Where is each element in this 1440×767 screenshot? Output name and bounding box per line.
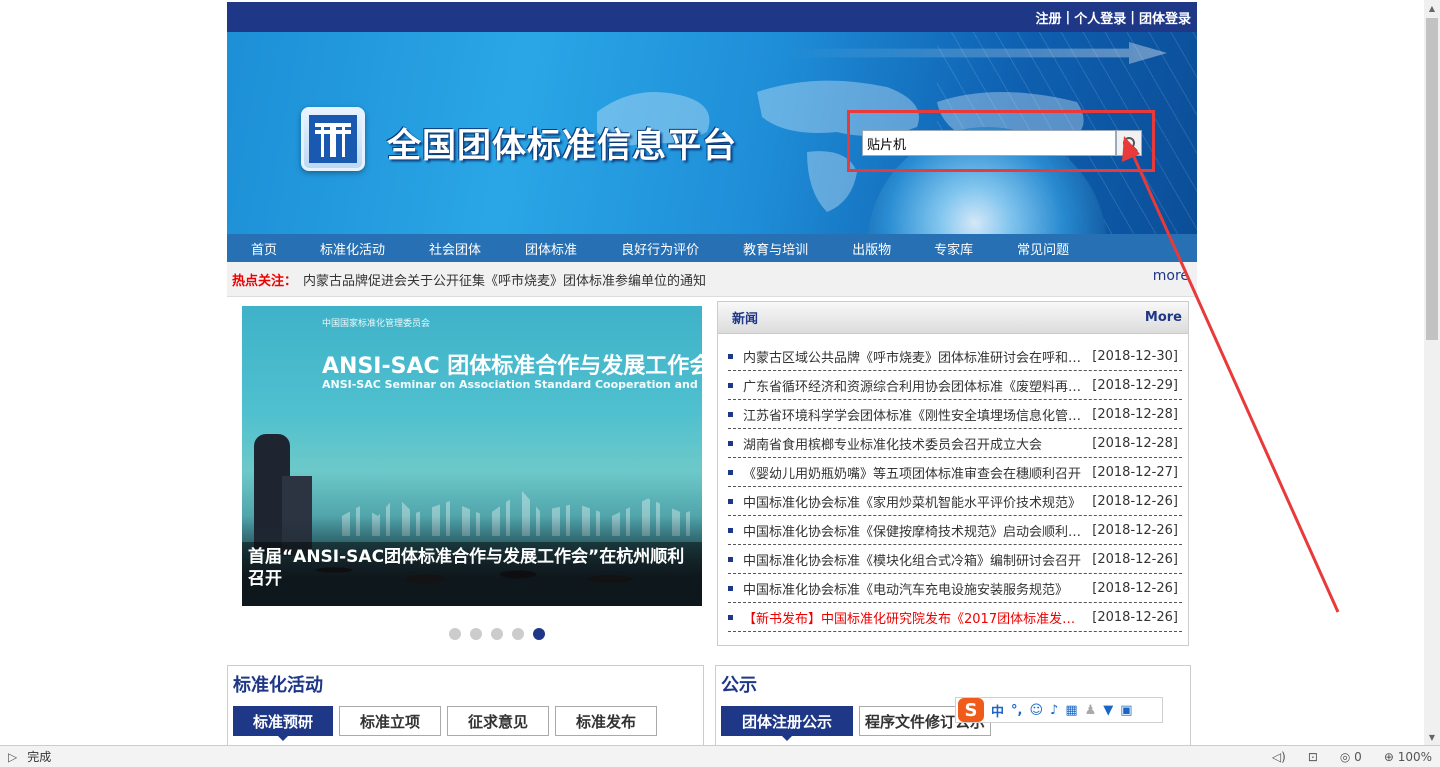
news-item-title[interactable]: 中国标准化协会标准《模块化组合式冷箱》编制研讨会召开	[743, 550, 1082, 569]
sogou-logo-icon[interactable]: S	[958, 698, 984, 722]
news-item-title[interactable]: 《婴幼儿用奶瓶奶嘴》等五项团体标准审查会在穗顺利召开	[743, 463, 1082, 482]
news-item-date: [2018-12-28]	[1092, 435, 1178, 451]
news-item-date: [2018-12-29]	[1092, 377, 1178, 393]
bullet-icon	[728, 353, 733, 359]
news-more-link[interactable]: More	[1145, 310, 1182, 325]
bullet-icon	[728, 585, 733, 591]
news-item-date: [2018-12-28]	[1092, 406, 1178, 422]
news-item-title[interactable]: 广东省循环经济和资源综合利用协会团体标准《废塑料再生利用》	[743, 376, 1082, 395]
scroll-down-icon[interactable]: ▼	[1424, 729, 1440, 745]
scrollbar-thumb[interactable]	[1426, 18, 1438, 340]
bullet-icon	[728, 469, 733, 475]
status-text: 完成	[27, 750, 52, 764]
tab-comments[interactable]: 征求意见	[447, 706, 549, 736]
news-item-date: [2018-12-26]	[1092, 551, 1178, 567]
bullet-icon	[728, 527, 733, 533]
adblock-count: 0	[1354, 749, 1362, 764]
news-list: 内蒙古区域公共品牌《呼市烧麦》团体标准研讨会在呼和浩特召开 [2018-12-30…	[718, 334, 1188, 632]
news-item-title[interactable]: 湖南省食用槟榔专业标准化技术委员会召开成立大会	[743, 434, 1082, 453]
keyboard-icon[interactable]: ▦	[1065, 703, 1077, 718]
news-header: 新闻 More	[718, 302, 1188, 334]
news-item[interactable]: 中国标准化协会标准《保健按摩椅技术规范》启动会顺利召开 [2018-12-26]	[728, 516, 1182, 545]
skin-icon[interactable]: ▼	[1103, 703, 1113, 718]
news-item[interactable]: 江苏省环境科学学会团体标准《刚性安全填埋场信息化管理》 [2018-12-28]	[728, 400, 1182, 429]
chinese-mode-icon[interactable]: 中	[991, 701, 1004, 720]
play-icon[interactable]: ▷	[8, 750, 17, 764]
bullet-icon	[728, 411, 733, 417]
standardization-panel: 标准化活动 标准预研 标准立项 征求意见 标准发布	[227, 665, 704, 745]
news-item[interactable]: 中国标准化协会标准《家用炒菜机智能水平评价技术规范》 [2018-12-26]	[728, 487, 1182, 516]
slide-caption[interactable]: 首届“ANSI-SAC团体标准合作与发展工作会”在杭州顺利召开	[242, 542, 702, 606]
news-item[interactable]: 广东省循环经济和资源综合利用协会团体标准《废塑料再生利用》 [2018-12-29…	[728, 371, 1182, 400]
vertical-scrollbar[interactable]: ▲ ▼	[1424, 0, 1440, 745]
tab-pre-research[interactable]: 标准预研	[233, 706, 333, 741]
zoom-level: 100%	[1397, 749, 1432, 764]
speaker-icon[interactable]: ◁)	[1272, 750, 1286, 764]
news-item-date: [2018-12-26]	[1092, 522, 1178, 538]
news-item[interactable]: 《婴幼儿用奶瓶奶嘴》等五项团体标准审查会在穗顺利召开 [2018-12-27]	[728, 458, 1182, 487]
news-item-date: [2018-12-27]	[1092, 464, 1178, 480]
news-item-title[interactable]: 中国标准化协会标准《电动汽车充电设施安装服务规范》	[743, 579, 1082, 598]
bullet-icon	[728, 440, 733, 446]
carousel-dots	[449, 628, 545, 640]
bullet-icon	[728, 556, 733, 562]
news-item-date: [2018-12-26]	[1092, 493, 1178, 509]
emoji-icon[interactable]: ☺	[1029, 703, 1043, 718]
carousel-dot[interactable]	[491, 628, 503, 640]
browser-viewport: 注册 | 个人登录 | 团体登录 全国团体标准信息平台 贴片机 首页 标准化活动…	[0, 0, 1424, 745]
zoom-icon[interactable]: ⊕ 100%	[1384, 750, 1432, 764]
bullet-icon	[728, 382, 733, 388]
news-item[interactable]: 内蒙古区域公共品牌《呼市烧麦》团体标准研讨会在呼和浩特召开 [2018-12-30…	[728, 342, 1182, 371]
news-item-title[interactable]: 中国标准化协会标准《家用炒菜机智能水平评价技术规范》	[743, 492, 1082, 511]
panel-title: 标准化活动	[233, 675, 323, 696]
news-item[interactable]: 中国标准化协会标准《模块化组合式冷箱》编制研讨会召开 [2018-12-26]	[728, 545, 1182, 574]
slide-stage-subtitle: ANSI-SAC Seminar on Association Standard…	[322, 378, 702, 391]
news-item-title[interactable]: 中国标准化协会标准《保健按摩椅技术规范》启动会顺利召开	[743, 521, 1082, 540]
slide-org-text: 中国国家标准化管理委员会	[322, 319, 431, 329]
slide-stage-title: ANSI-SAC 团体标准合作与发展工作会	[322, 354, 702, 379]
toolbox-icon[interactable]: ▣	[1120, 703, 1132, 718]
news-item-date: [2018-12-26]	[1092, 580, 1178, 596]
news-item-date: [2018-12-30]	[1092, 348, 1178, 364]
tab-project-approval[interactable]: 标准立项	[339, 706, 441, 736]
status-bar: ▷ 完成 ◁) ⊡ ◎ 0 ⊕ 100%	[0, 745, 1440, 767]
download-icon[interactable]: ⊡	[1308, 750, 1318, 764]
news-item-title[interactable]: 江苏省环境科学学会团体标准《刚性安全填埋场信息化管理》	[743, 405, 1082, 424]
bullet-icon	[728, 498, 733, 504]
news-item[interactable]: 湖南省食用槟榔专业标准化技术委员会召开成立大会 [2018-12-28]	[728, 429, 1182, 458]
adblock-icon[interactable]: ◎ 0	[1340, 750, 1362, 764]
scroll-up-icon[interactable]: ▲	[1424, 0, 1440, 16]
microphone-icon[interactable]: ♪	[1050, 703, 1058, 718]
news-item[interactable]: 【新书发布】中国标准化研究院发布《2017团体标准发展报告》 [2018-12-2…	[728, 603, 1182, 632]
user-icon[interactable]: ♟	[1085, 703, 1097, 718]
bullet-icon	[728, 614, 733, 620]
ime-toolbar[interactable]: S 中 °, ☺ ♪ ▦ ♟ ▼ ▣	[955, 697, 1163, 723]
tab-release[interactable]: 标准发布	[555, 706, 657, 736]
carousel-dot[interactable]	[449, 628, 461, 640]
news-panel: 新闻 More 内蒙古区域公共品牌《呼市烧麦》团体标准研讨会在呼和浩特召开 [20…	[717, 301, 1189, 646]
news-item-title[interactable]: 内蒙古区域公共品牌《呼市烧麦》团体标准研讨会在呼和浩特召开	[743, 347, 1082, 366]
carousel-dot-active[interactable]	[533, 628, 545, 640]
carousel-dot[interactable]	[512, 628, 524, 640]
news-item[interactable]: 中国标准化协会标准《电动汽车充电设施安装服务规范》 [2018-12-26]	[728, 574, 1182, 603]
news-title: 新闻	[732, 312, 759, 327]
carousel-dot[interactable]	[470, 628, 482, 640]
panel-tabs: 标准预研 标准立项 征求意见 标准发布	[228, 706, 703, 741]
punctuation-icon[interactable]: °,	[1011, 703, 1022, 718]
carousel-slide[interactable]: 中国国家标准化管理委员会 ANSI-SAC 团体标准合作与发展工作会 ANSI-…	[242, 306, 702, 606]
news-item-title[interactable]: 【新书发布】中国标准化研究院发布《2017团体标准发展报告》	[743, 608, 1082, 627]
tab-registration-notice[interactable]: 团体注册公示	[721, 706, 853, 741]
content-area: 中国国家标准化管理委员会 ANSI-SAC 团体标准合作与发展工作会 ANSI-…	[227, 0, 1197, 745]
news-item-date: [2018-12-26]	[1092, 609, 1178, 625]
